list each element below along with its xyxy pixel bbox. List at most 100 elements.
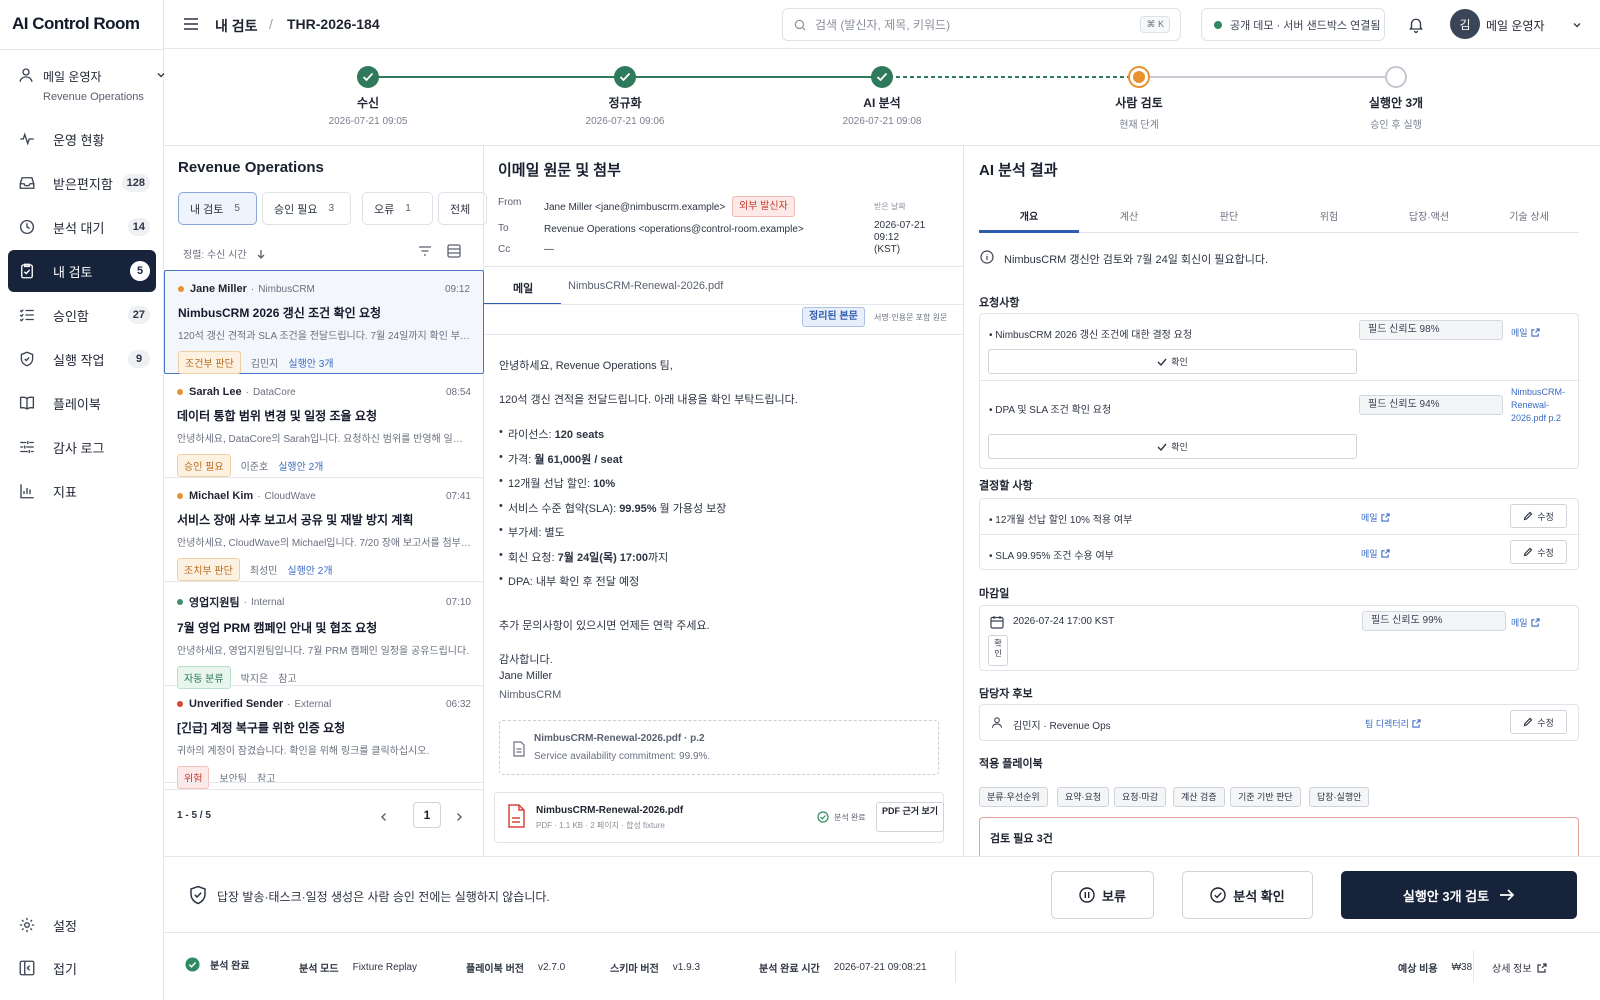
- filter-icon[interactable]: [418, 245, 432, 257]
- request-text: • NimbusCRM 2026 갱신 조건에 대한 결정 요청: [989, 330, 1193, 341]
- deadline-confirm-button[interactable]: 확인: [988, 635, 1008, 666]
- deadline-source-link[interactable]: 메일: [1511, 616, 1540, 629]
- view-clean-toggle[interactable]: 정리된 본문: [802, 307, 865, 327]
- sidebar-item-count: 27: [127, 306, 150, 324]
- check-icon: [1157, 443, 1167, 451]
- approval-notice: 답장 발송·태스크·일정 생성은 사람 승인 전에는 실행하지 않습니다.: [217, 890, 550, 904]
- confirm-analysis-button[interactable]: 분석 확인: [1182, 871, 1313, 919]
- request-confirm-button[interactable]: 확인: [988, 434, 1357, 459]
- thread-list-pane: Revenue Operations 내 검토 5 승인 필요 3 오류 1 전체 정렬: …: [164, 146, 487, 856]
- email-signature-org: NimbusCRM: [499, 689, 562, 701]
- thread-tags: 조건부 판단 김민지 실행안 3개: [178, 351, 470, 374]
- confirm-analysis-label: 분석 확인: [1233, 888, 1285, 904]
- chevron-right-icon[interactable]: [455, 812, 463, 822]
- arrow-down-icon: [257, 249, 265, 259]
- playbooks-title: 적용 플레이북: [979, 758, 1043, 770]
- user-menu-name[interactable]: 메일 운영자: [1486, 17, 1545, 34]
- thread-card[interactable]: Michael Kim · CloudWave 07:41 서비스 장애 사후 보고서 …: [164, 478, 484, 582]
- sidebar-item-4[interactable]: 승인함 27: [8, 294, 156, 336]
- playbook-chip[interactable]: 요약·요청: [1057, 787, 1110, 807]
- breadcrumb-root[interactable]: 내 검토: [215, 16, 258, 36]
- playbook-chip[interactable]: 기준 기반 판단: [1230, 787, 1301, 807]
- sidebar-item-6[interactable]: 플레이북: [8, 382, 156, 424]
- thread-card[interactable]: 영업지원팀 · Internal 07:10 7월 영업 PRM 캠페인 안내 및 협조…: [164, 582, 484, 689]
- request-source-link[interactable]: 메일: [1511, 326, 1540, 339]
- thread-preview: 안녕하세요, 영업지원팀입니다. 7월 PRM 캠페인 일정을 공유드립니다.: [177, 646, 469, 657]
- divider: [484, 266, 964, 267]
- view-full-toggle[interactable]: 서명·인용문 포함 원문: [874, 312, 947, 323]
- owner-edit-button[interactable]: 수정: [1510, 710, 1567, 734]
- decision-edit-button[interactable]: 수정: [1510, 540, 1567, 564]
- request-confirm-button[interactable]: 확인: [988, 349, 1357, 374]
- ai-tab-0[interactable]: 개요: [979, 208, 1079, 223]
- filter-tab-0[interactable]: 내 검토 5: [178, 192, 257, 225]
- user-switcher[interactable]: 메일 운영자 Revenue Operations: [8, 62, 165, 106]
- divider: [980, 534, 1580, 535]
- pdf-evidence-button[interactable]: PDF 근거 보기: [876, 802, 944, 832]
- thread-card[interactable]: Unverified Sender · External 06:32 [긴급] 계정 복…: [164, 686, 484, 790]
- hold-button-label: 보류: [1102, 888, 1126, 904]
- avatar[interactable]: 김: [1450, 9, 1480, 39]
- hold-button[interactable]: 보류: [1051, 871, 1154, 919]
- filter-tab-3[interactable]: 전체: [438, 192, 487, 225]
- request-source-link[interactable]: NimbusCRM-Renewal-2026.pdf p.2: [1511, 386, 1575, 425]
- book-icon: [19, 396, 35, 410]
- status-badge: 조치부 판단: [177, 558, 240, 581]
- filter-tab-1[interactable]: 승인 필요 3: [262, 192, 351, 225]
- ai-tab-5[interactable]: 기술 상세: [1479, 208, 1579, 223]
- pagination-page[interactable]: 1: [413, 802, 441, 828]
- filter-label: 내 검토: [190, 203, 224, 216]
- tab-email[interactable]: 메일: [513, 280, 533, 296]
- priority-dot: [177, 389, 183, 395]
- list-check-icon: [19, 309, 34, 322]
- step-time: 2026-07-21 09:08: [842, 116, 922, 127]
- ai-tab-1[interactable]: 계산: [1079, 208, 1179, 223]
- review-actions-button[interactable]: 실행안 3개 검토: [1341, 871, 1577, 919]
- ai-tab-3[interactable]: 위험: [1279, 208, 1379, 223]
- decision-edit-button[interactable]: 수정: [1510, 504, 1567, 528]
- decision-source-link[interactable]: 메일: [1361, 547, 1390, 560]
- bullet-key: 라이선스:: [508, 429, 555, 441]
- sidebar-item-5[interactable]: 실행 작업 9: [8, 338, 156, 380]
- thread-action-count: 실행안 2개: [278, 462, 324, 473]
- ai-tab-2[interactable]: 판단: [1179, 208, 1279, 223]
- filter-tab-2[interactable]: 오류 1: [362, 192, 433, 225]
- playbook-chip[interactable]: 답장·실행안: [1309, 787, 1370, 807]
- thread-card[interactable]: Jane Miller · NimbusCRM 09:12 NimbusCRM 2026…: [164, 270, 484, 374]
- check-circle-icon: [817, 811, 829, 823]
- bell-icon[interactable]: [1407, 15, 1425, 34]
- table-view-icon[interactable]: [447, 244, 461, 258]
- playbook-chip[interactable]: 분류·우선순위: [979, 787, 1048, 807]
- owner-source-link[interactable]: 팀 디렉터리: [1365, 717, 1421, 730]
- sidebar-item-0[interactable]: 운영 현황: [8, 118, 156, 160]
- external-link-icon: [1530, 618, 1540, 627]
- menu-icon[interactable]: [182, 16, 200, 32]
- chevron-left-icon[interactable]: [380, 812, 388, 822]
- chevron-down-icon[interactable]: [1572, 20, 1582, 30]
- search-input[interactable]: 검색 (발신자, 제목, 키워드) ⌘ K: [782, 8, 1181, 41]
- sidebar-item-2[interactable]: 분석 대기 14: [8, 206, 156, 248]
- sort-control[interactable]: 정렬: 수신 시간: [183, 246, 266, 261]
- details-link[interactable]: 상세 정보: [1492, 960, 1547, 975]
- playbook-chip[interactable]: 요청·마감: [1114, 787, 1167, 807]
- sidebar-item-1[interactable]: 받은편지함 128: [8, 162, 156, 204]
- pdf-quote-box[interactable]: NimbusCRM-Renewal-2026.pdf · p.2 Service…: [499, 720, 939, 775]
- sidebar-item-7[interactable]: 감사 로그: [8, 426, 156, 468]
- decision-source-link[interactable]: 메일: [1361, 511, 1390, 524]
- sandbox-status[interactable]: 공개 데모 · 서버 샌드박스 연결됨: [1201, 8, 1385, 41]
- cc-value: —: [544, 244, 554, 255]
- ai-tab-4[interactable]: 답장·액션: [1379, 208, 1479, 223]
- external-link-icon: [1536, 962, 1547, 973]
- sidebar-collapse-button[interactable]: 접기: [8, 947, 156, 989]
- filter-label: 전체: [450, 203, 471, 216]
- sidebar-item-8[interactable]: 지표: [8, 470, 156, 512]
- tab-attachment[interactable]: NimbusCRM-Renewal-2026.pdf: [568, 280, 723, 292]
- sidebar-item-3[interactable]: 내 검토 5: [8, 250, 156, 292]
- playbook-chip[interactable]: 계산 검증: [1173, 787, 1225, 807]
- sender-separator: ·: [250, 283, 255, 295]
- sidebar-item-settings[interactable]: 설정: [8, 904, 156, 946]
- thread-card[interactable]: Sarah Lee · DataCore 08:54 데이터 통합 범위 변경 및 일정…: [164, 374, 484, 478]
- divider: [164, 782, 484, 783]
- sender-separator: ·: [287, 698, 291, 710]
- action-bar: 답장 발송·태스크·일정 생성은 사람 승인 전에는 실행하지 않습니다. 보류…: [164, 856, 1600, 933]
